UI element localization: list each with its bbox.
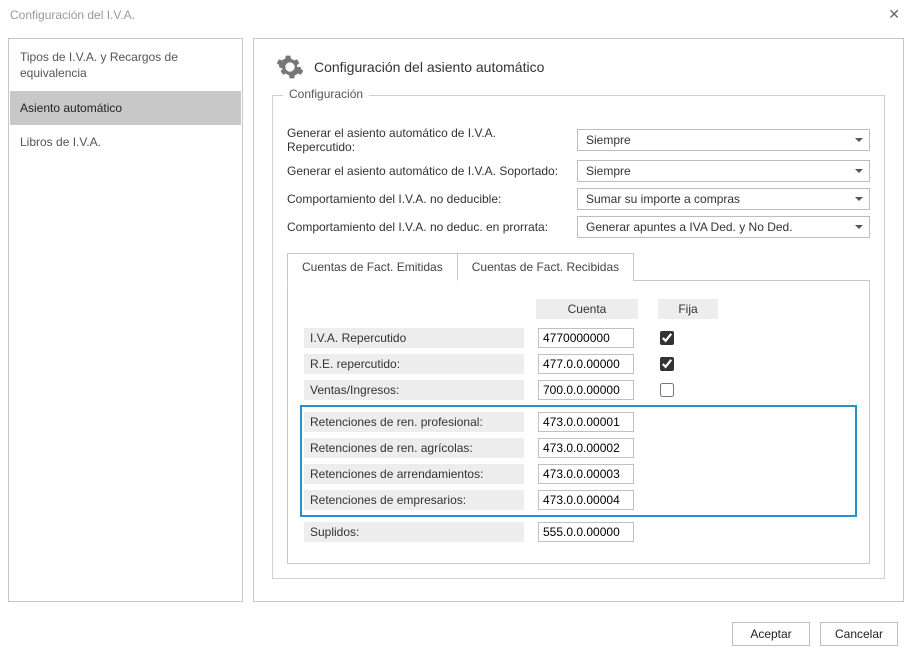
row-label: Retenciones de ren. profesional: <box>304 412 524 432</box>
header-fija: Fija <box>658 299 718 319</box>
row-label: Retenciones de arrendamientos: <box>304 464 524 484</box>
select-value: Siempre <box>586 164 631 178</box>
table-row: Suplidos: <box>304 519 853 545</box>
nav-item-libros-iva[interactable]: Libros de I.V.A. <box>10 125 241 159</box>
label-iva-no-deducible: Comportamiento del I.V.A. no deducible: <box>287 192 565 206</box>
row-label: R.E. repercutido: <box>304 354 524 374</box>
fija-checkbox[interactable] <box>660 331 674 345</box>
fija-checkbox[interactable] <box>660 383 674 397</box>
close-icon[interactable]: ✕ <box>888 6 900 23</box>
select-iva-repercutido[interactable]: Siempre <box>577 129 870 151</box>
main-panel: Configuración del asiento automático Con… <box>253 38 904 602</box>
row-label: Ventas/Ingresos: <box>304 380 524 400</box>
section-title: Configuración del asiento automático <box>314 59 544 75</box>
header-cuenta: Cuenta <box>536 299 638 319</box>
cuenta-input[interactable] <box>538 464 634 484</box>
table-row: Retenciones de empresarios: <box>304 487 853 513</box>
tab-body: Cuenta Fija I.V.A. Repercutido R.E. repe… <box>287 280 870 564</box>
nav-panel: Tipos de I.V.A. y Recargos de equivalenc… <box>8 38 243 602</box>
select-iva-no-deducible[interactable]: Sumar su importe a compras <box>577 188 870 210</box>
retenciones-highlight: Retenciones de ren. profesional: Retenci… <box>300 405 857 517</box>
cancel-button[interactable]: Cancelar <box>820 622 898 646</box>
cuenta-input[interactable] <box>538 380 634 400</box>
nav-item-tipos-iva[interactable]: Tipos de I.V.A. y Recargos de equivalenc… <box>10 39 241 91</box>
accept-button[interactable]: Aceptar <box>732 622 810 646</box>
window-title: Configuración del I.V.A. <box>10 8 135 22</box>
label-iva-prorrata: Comportamiento del I.V.A. no deduc. en p… <box>287 220 565 234</box>
table-row: R.E. repercutido: <box>304 351 853 377</box>
cuenta-input[interactable] <box>538 438 634 458</box>
label-iva-soportado: Generar el asiento automático de I.V.A. … <box>287 164 565 178</box>
cuenta-input[interactable] <box>538 522 634 542</box>
table-row: Ventas/Ingresos: <box>304 377 853 403</box>
row-label: I.V.A. Repercutido <box>304 328 524 348</box>
cuenta-input[interactable] <box>538 328 634 348</box>
group-legend: Configuración <box>283 87 369 101</box>
gear-icon <box>276 53 304 81</box>
nav-item-asiento-automatico[interactable]: Asiento automático <box>10 91 241 125</box>
select-iva-prorrata[interactable]: Generar apuntes a IVA Ded. y No Ded. <box>577 216 870 238</box>
select-iva-soportado[interactable]: Siempre <box>577 160 870 182</box>
select-value: Sumar su importe a compras <box>586 192 740 206</box>
select-value: Siempre <box>586 133 631 147</box>
fija-checkbox[interactable] <box>660 357 674 371</box>
cuenta-input[interactable] <box>538 490 634 510</box>
cuenta-input[interactable] <box>538 412 634 432</box>
table-row: Retenciones de ren. agrícolas: <box>304 435 853 461</box>
tab-fact-recibidas[interactable]: Cuentas de Fact. Recibidas <box>457 253 634 281</box>
row-label: Retenciones de ren. agrícolas: <box>304 438 524 458</box>
label-iva-repercutido: Generar el asiento automático de I.V.A. … <box>287 126 565 154</box>
row-label: Suplidos: <box>304 522 524 542</box>
tab-fact-emitidas[interactable]: Cuentas de Fact. Emitidas <box>287 253 458 281</box>
table-row: Retenciones de arrendamientos: <box>304 461 853 487</box>
cuenta-input[interactable] <box>538 354 634 374</box>
table-row: Retenciones de ren. profesional: <box>304 409 853 435</box>
row-label: Retenciones de empresarios: <box>304 490 524 510</box>
select-value: Generar apuntes a IVA Ded. y No Ded. <box>586 220 793 234</box>
config-groupbox: Configuración Generar el asiento automát… <box>272 95 885 579</box>
table-row: I.V.A. Repercutido <box>304 325 853 351</box>
